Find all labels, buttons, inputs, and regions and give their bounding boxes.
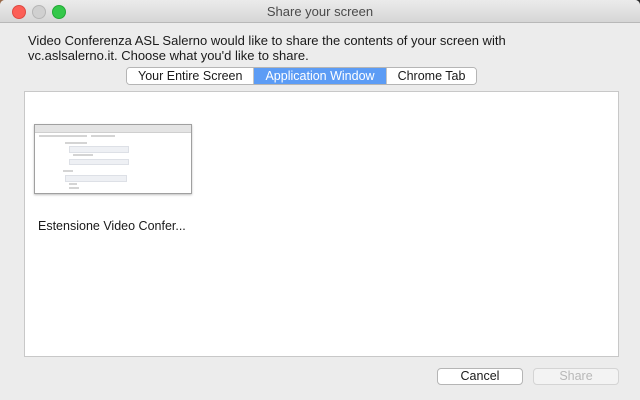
share-button[interactable]: Share xyxy=(533,368,619,385)
dialog-message: Video Conferenza ASL Salerno would like … xyxy=(28,33,568,63)
tab-application-window[interactable]: Application Window xyxy=(254,68,387,84)
tab-entire-screen[interactable]: Your Entire Screen xyxy=(127,68,255,84)
dialog-title: Share your screen xyxy=(266,4,374,19)
cancel-button[interactable]: Cancel xyxy=(437,368,523,385)
window-thumbnail-icon xyxy=(34,124,192,194)
window-option-label[interactable]: Estensione Video Confer... xyxy=(38,219,186,233)
window-list-panel: Estensione Video Confer... xyxy=(24,91,619,357)
source-tabs: Your Entire Screen Application Window Ch… xyxy=(126,67,478,85)
share-screen-dialog: Share your screen Video Conferenza ASL S… xyxy=(0,0,640,400)
message-line-2: vc.aslsalerno.it. Choose what you'd like… xyxy=(28,48,309,63)
window-option[interactable] xyxy=(34,124,192,194)
tab-chrome-tab[interactable]: Chrome Tab xyxy=(386,68,477,84)
title-bar: Share your screen xyxy=(0,0,640,23)
message-line-1: Video Conferenza ASL Salerno would like … xyxy=(28,33,506,48)
